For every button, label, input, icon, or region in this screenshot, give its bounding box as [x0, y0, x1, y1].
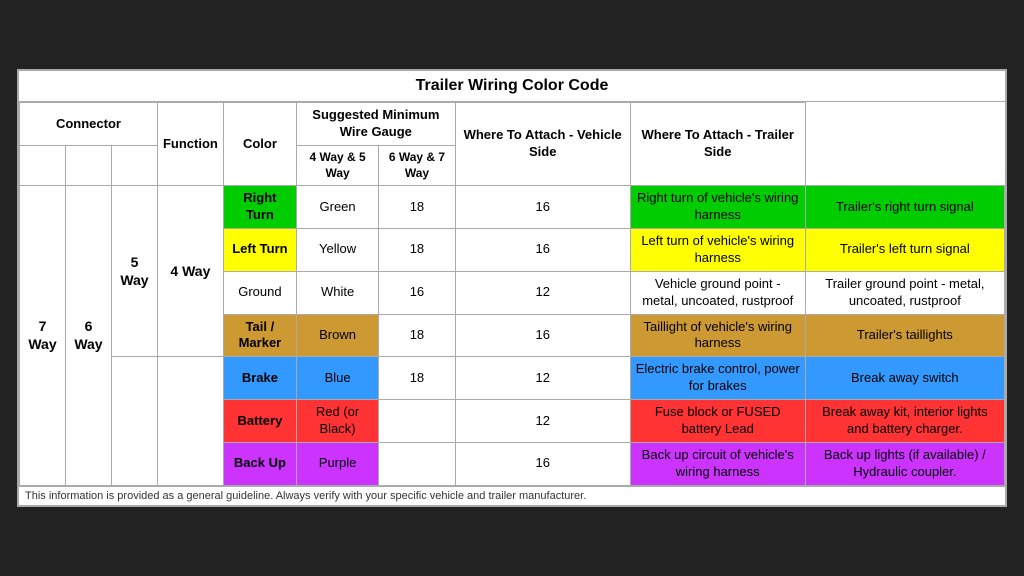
gauge-45-cell: 18 — [379, 314, 456, 357]
way5-extra-cell — [111, 357, 157, 485]
way7-cell: 7 Way — [20, 186, 66, 485]
function-cell: Back Up — [223, 442, 296, 485]
footer-note: This information is provided as a genera… — [19, 486, 1005, 505]
vehicle-side-cell: Fuse block or FUSED battery Lead — [630, 400, 805, 443]
trailer-side-cell: Trailer's left turn signal — [805, 229, 1004, 272]
gauge-67-cell: 16 — [455, 314, 630, 357]
color-header: Color — [223, 103, 296, 186]
function-cell: Ground — [223, 271, 296, 314]
connector-header: Connector — [20, 103, 158, 146]
vehicle-side-cell: Left turn of vehicle's wiring harness — [630, 229, 805, 272]
gauge-45-cell — [379, 400, 456, 443]
way6-header — [65, 146, 111, 186]
way5-header — [111, 146, 157, 186]
vehicle-side-cell: Right turn of vehicle's wiring harness — [630, 186, 805, 229]
function-header: Function — [157, 103, 223, 186]
color-cell: Blue — [296, 357, 378, 400]
trailer-side-cell: Trailer's taillights — [805, 314, 1004, 357]
gauge-45-cell: 16 — [379, 271, 456, 314]
main-container: Trailer Wiring Color Code Connector Func… — [17, 69, 1007, 506]
trailer-side-cell: Trailer's right turn signal — [805, 186, 1004, 229]
function-cell: Right Turn — [223, 186, 296, 229]
trailer-side-cell: Break away switch — [805, 357, 1004, 400]
function-cell: Brake — [223, 357, 296, 400]
gauge-67-cell: 12 — [455, 357, 630, 400]
color-cell: Yellow — [296, 229, 378, 272]
gauge-67-cell: 16 — [455, 186, 630, 229]
vehicle-side-cell: Vehicle ground point - metal, uncoated, … — [630, 271, 805, 314]
table-title: Trailer Wiring Color Code — [19, 71, 1005, 102]
gauge-67-cell: 16 — [455, 229, 630, 272]
wiring-table: Connector Function Color Suggested Minim… — [19, 102, 1005, 485]
trailer-side-cell: Break away kit, interior lights and batt… — [805, 400, 1004, 443]
table-body: 7 Way6 Way5 Way4 WayRight TurnGreen1816R… — [20, 186, 1005, 485]
function-cell: Tail / Marker — [223, 314, 296, 357]
gauge-45-cell: 18 — [379, 357, 456, 400]
gauge-45-cell: 18 — [379, 186, 456, 229]
color-cell: Purple — [296, 442, 378, 485]
trailer-side-header: Where To Attach - Trailer Side — [630, 103, 805, 186]
gauge-67-cell: 12 — [455, 400, 630, 443]
color-cell: White — [296, 271, 378, 314]
vehicle-side-cell: Taillight of vehicle's wiring harness — [630, 314, 805, 357]
color-cell: Green — [296, 186, 378, 229]
function-cell: Left Turn — [223, 229, 296, 272]
gauge-67-header: 6 Way & 7 Way — [379, 146, 456, 186]
suggested-header: Suggested Minimum Wire Gauge — [296, 103, 455, 146]
table-row: BrakeBlue1812Electric brake control, pow… — [20, 357, 1005, 400]
way6-cell: 6 Way — [65, 186, 111, 485]
trailer-side-cell: Back up lights (if available) / Hydrauli… — [805, 442, 1004, 485]
way4-extra-cell — [157, 357, 223, 485]
way5-cell: 5 Way — [111, 186, 157, 357]
way7-header — [20, 146, 66, 186]
vehicle-side-cell: Electric brake control, power for brakes — [630, 357, 805, 400]
vehicle-side-cell: Back up circuit of vehicle's wiring harn… — [630, 442, 805, 485]
color-cell: Brown — [296, 314, 378, 357]
gauge-45-header: 4 Way & 5 Way — [296, 146, 378, 186]
gauge-45-cell — [379, 442, 456, 485]
gauge-67-cell: 16 — [455, 442, 630, 485]
header-row-1: Connector Function Color Suggested Minim… — [20, 103, 1005, 146]
table-row: 7 Way6 Way5 Way4 WayRight TurnGreen1816R… — [20, 186, 1005, 229]
trailer-side-cell: Trailer ground point - metal, uncoated, … — [805, 271, 1004, 314]
color-cell: Red (or Black) — [296, 400, 378, 443]
gauge-45-cell: 18 — [379, 229, 456, 272]
vehicle-side-header: Where To Attach - Vehicle Side — [455, 103, 630, 186]
way4-cell: 4 Way — [157, 186, 223, 357]
gauge-67-cell: 12 — [455, 271, 630, 314]
function-cell: Battery — [223, 400, 296, 443]
